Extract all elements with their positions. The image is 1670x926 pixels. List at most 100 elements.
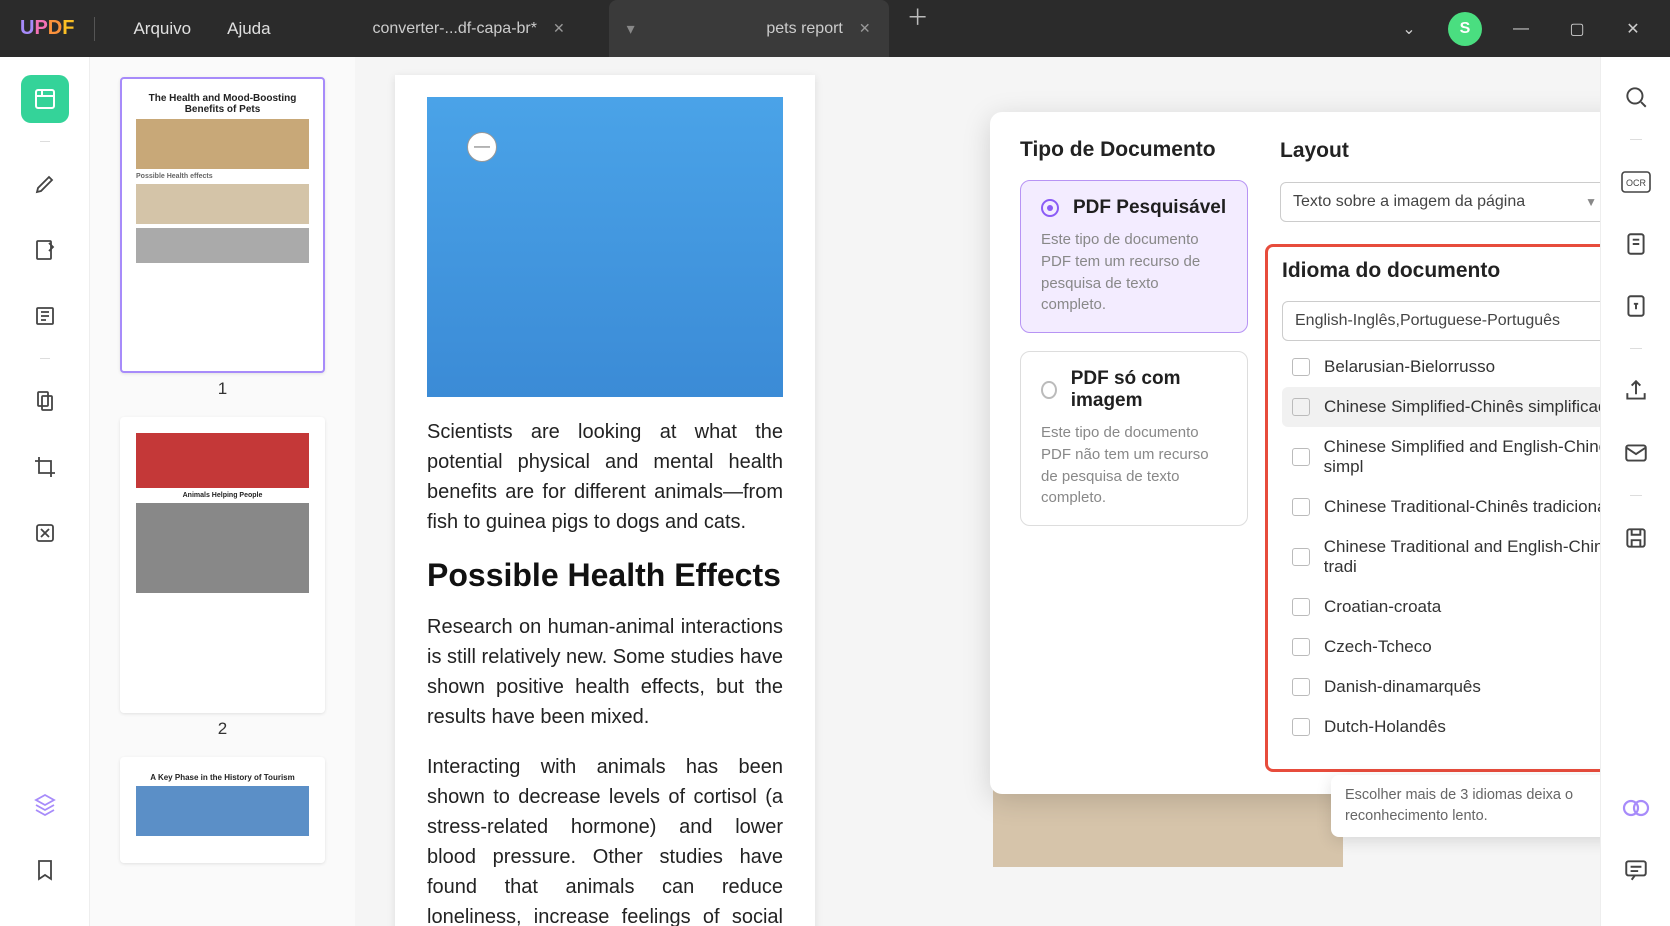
form-icon[interactable]: [1616, 224, 1656, 264]
separator: [1630, 348, 1642, 349]
close-icon[interactable]: ✕: [859, 20, 871, 37]
checkbox-icon: [1292, 718, 1310, 736]
bookmark-tool[interactable]: [21, 846, 69, 894]
thumb-title: The Health and Mood-Boosting Benefits of…: [136, 93, 309, 115]
menu-file[interactable]: Arquivo: [115, 19, 209, 39]
checkbox-icon: [1292, 398, 1310, 416]
separator: [40, 141, 50, 142]
thumb-number: 1: [120, 379, 325, 399]
separator: [1630, 495, 1642, 496]
tab-converter[interactable]: converter-...df-capa-br* ✕: [329, 0, 609, 57]
warning-toast: ✕ Escolher mais de 3 idiomas deixa o rec…: [1331, 775, 1600, 837]
thumb-title: Animals Helping People: [136, 492, 309, 499]
lang-header: Idioma do documento: [1282, 259, 1600, 283]
thumbnail-3[interactable]: A Key Phase in the History of Tourism: [120, 757, 325, 863]
main-area: The Health and Mood-Boosting Benefits of…: [0, 57, 1670, 926]
lang-option[interactable]: Chinese Simplified-Chinês simplificado: [1282, 387, 1600, 427]
thumb-sub: Possible Health effects: [136, 173, 309, 180]
tab-strip: converter-...df-capa-br* ✕ ▾ pets report…: [329, 0, 1392, 57]
ocr-panel: Tipo de Documento PDF Pesquisável Este t…: [990, 112, 1600, 794]
document-view: — Scientists are looking at what the pot…: [355, 57, 1600, 926]
zoom-out-button[interactable]: —: [467, 132, 497, 162]
chevron-down-icon: ▼: [1585, 195, 1597, 209]
thumbnails-tool[interactable]: [21, 75, 69, 123]
lang-option[interactable]: Chinese Simplified and English-Chinês si…: [1282, 427, 1600, 487]
doctype-searchable[interactable]: PDF Pesquisável Este tipo de documento P…: [1020, 180, 1248, 333]
radio-icon: [1041, 381, 1057, 399]
layout-value: Texto sobre a imagem da página: [1293, 193, 1525, 211]
titlebar: UPDF Arquivo Ajuda converter-...df-capa-…: [0, 0, 1670, 57]
lang-option[interactable]: Chinese Traditional-Chinês tradicional: [1282, 487, 1600, 527]
organize-tool[interactable]: [21, 377, 69, 425]
titlebar-right: ⌄ S — ▢ ✕: [1392, 12, 1650, 46]
edit-tool[interactable]: [21, 226, 69, 274]
avatar[interactable]: S: [1448, 12, 1482, 46]
lang-option[interactable]: Czech-Tcheco: [1282, 627, 1600, 667]
body-text: Scientists are looking at what the poten…: [427, 417, 783, 537]
share-icon[interactable]: [1616, 371, 1656, 411]
tab-pets-report[interactable]: ▾ pets report ✕: [609, 0, 889, 57]
ocr-icon[interactable]: OCR: [1616, 162, 1656, 202]
thumb-title: A Key Phase in the History of Tourism: [136, 773, 309, 782]
separator: [40, 358, 50, 359]
thumbnail-1[interactable]: The Health and Mood-Boosting Benefits of…: [120, 77, 325, 373]
checkbox-icon: [1292, 638, 1310, 656]
doctype-header: Tipo de Documento: [1020, 138, 1248, 162]
lang-option[interactable]: Croatian-croata: [1282, 587, 1600, 627]
crop-tool[interactable]: [21, 443, 69, 491]
chevron-down-icon[interactable]: ⌄: [1392, 12, 1426, 46]
separator: [1630, 139, 1642, 140]
search-icon[interactable]: [1616, 77, 1656, 117]
checkbox-icon: [1292, 498, 1310, 516]
doctype-desc: Este tipo de documento PDF tem um recurs…: [1041, 229, 1227, 316]
lang-option[interactable]: Dutch-Holandês: [1282, 707, 1600, 747]
language-section: Idioma do documento English-Inglês,Portu…: [1265, 244, 1600, 772]
lang-option[interactable]: Dutch (Belgian)-Holandês (belga): [1282, 747, 1600, 757]
doctype-column: Tipo de Documento PDF Pesquisável Este t…: [1020, 138, 1248, 772]
checkbox-icon: [1292, 448, 1310, 466]
body-text: Research on human-animal interactions is…: [427, 612, 783, 732]
new-tab-button[interactable]: ＋: [889, 0, 947, 57]
checkbox-icon: [1292, 548, 1310, 566]
save-icon[interactable]: [1616, 518, 1656, 558]
doctype-image-only[interactable]: PDF só com imagem Este tipo de documento…: [1020, 351, 1248, 526]
doctype-desc: Este tipo de documento PDF não tem um re…: [1041, 422, 1227, 509]
lang-option[interactable]: Chinese Traditional and English-Chinês t…: [1282, 527, 1600, 587]
close-button[interactable]: ✕: [1616, 12, 1650, 46]
lang-option[interactable]: Danish-dinamarquês: [1282, 667, 1600, 707]
tab-label: converter-...df-capa-br*: [372, 20, 537, 38]
highlighter-tool[interactable]: [21, 160, 69, 208]
comment-icon[interactable]: [1616, 850, 1656, 890]
thumbnail-2[interactable]: Animals Helping People: [120, 417, 325, 713]
minimize-button[interactable]: —: [1504, 12, 1538, 46]
close-icon[interactable]: ✕: [553, 20, 565, 37]
menu-help[interactable]: Ajuda: [209, 19, 288, 39]
checkbox-icon: [1292, 678, 1310, 696]
doctype-title: PDF só com imagem: [1071, 368, 1227, 412]
page: Scientists are looking at what the poten…: [395, 75, 815, 926]
pages-tool[interactable]: [21, 292, 69, 340]
lang-option[interactable]: Belarusian-Bielorrusso: [1282, 347, 1600, 387]
body-text: Interacting with animals has been shown …: [427, 752, 783, 926]
protect-icon[interactable]: [1616, 286, 1656, 326]
thumbnail-pane: The Health and Mood-Boosting Benefits of…: [90, 57, 355, 926]
chevron-down-icon[interactable]: ▾: [627, 19, 635, 39]
layout-select[interactable]: Texto sobre a imagem da página ▼: [1280, 182, 1600, 222]
layout-column: Layout ? Texto sobre a imagem da página …: [1280, 138, 1600, 772]
right-toolbar: OCR: [1600, 57, 1670, 926]
lang-list[interactable]: Belarusian-Bielorrusso Chinese Simplifie…: [1282, 347, 1600, 757]
maximize-button[interactable]: ▢: [1560, 12, 1594, 46]
ai-icon[interactable]: [1616, 788, 1656, 828]
lang-select[interactable]: English-Inglês,Portuguese-Português ▼: [1282, 301, 1600, 341]
mail-icon[interactable]: [1616, 433, 1656, 473]
thumb-number: 2: [120, 719, 325, 739]
checkbox-icon: [1292, 598, 1310, 616]
redact-tool[interactable]: [21, 509, 69, 557]
layers-tool[interactable]: [21, 780, 69, 828]
heading: Possible Health Effects: [427, 557, 783, 594]
app-logo: UPDF: [20, 17, 74, 40]
layout-header: Layout: [1280, 139, 1600, 163]
svg-text:OCR: OCR: [1626, 178, 1647, 188]
warning-text: Escolher mais de 3 idiomas deixa o recon…: [1345, 787, 1573, 824]
lang-value: English-Inglês,Portuguese-Português: [1295, 312, 1560, 330]
